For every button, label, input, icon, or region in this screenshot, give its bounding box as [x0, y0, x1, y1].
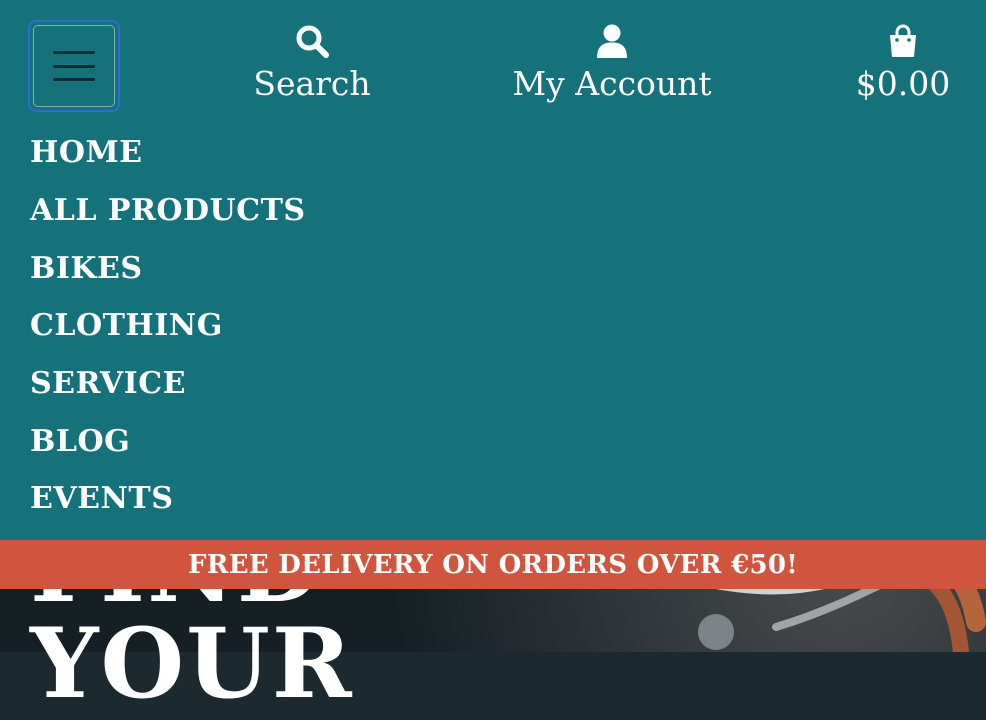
nav-link-service[interactable]: SERVICE: [30, 366, 186, 401]
search-icon: [296, 25, 329, 58]
nav-link-home[interactable]: HOME: [30, 135, 143, 170]
nav-item-all-products: ALL PRODUCTS: [30, 182, 306, 240]
hamburger-icon: [53, 51, 95, 81]
my-account-label: My Account: [512, 64, 712, 103]
announcement-text: FREE DELIVERY ON ORDERS OVER €50!: [188, 549, 798, 580]
mobile-menu-panel: Search My Account $0.00 HOME ALL PRODUCT…: [0, 0, 986, 540]
nav-item-bikes: BIKES: [30, 239, 306, 297]
user-icon: [597, 24, 627, 58]
hero-heading-line-2: YOUR: [30, 607, 354, 720]
nav-link-bikes[interactable]: BIKES: [30, 251, 143, 286]
nav-link-blog[interactable]: BLOG: [30, 424, 130, 459]
cart-link[interactable]: $0.00: [855, 24, 951, 104]
nav-item-blog: BLOG: [30, 412, 306, 470]
cart-total: $0.00: [855, 64, 951, 103]
nav-item-clothing: CLOTHING: [30, 297, 306, 355]
my-account-link[interactable]: My Account: [512, 24, 712, 104]
shopping-bag-icon: [890, 24, 916, 57]
announcement-bar: FREE DELIVERY ON ORDERS OVER €50!: [0, 540, 986, 589]
menu-toggle-button[interactable]: [28, 20, 120, 112]
search-label: Search: [253, 64, 371, 103]
nav-item-service: SERVICE: [30, 355, 306, 413]
search-button[interactable]: Search: [253, 24, 371, 104]
nav-item-events: EVENTS: [30, 470, 306, 528]
main-navigation: HOME ALL PRODUCTS BIKES CLOTHING SERVICE…: [30, 124, 306, 528]
nav-link-all-products[interactable]: ALL PRODUCTS: [30, 193, 306, 228]
nav-link-clothing[interactable]: CLOTHING: [30, 308, 223, 343]
nav-item-home: HOME: [30, 124, 306, 182]
nav-link-events[interactable]: EVENTS: [30, 481, 173, 516]
